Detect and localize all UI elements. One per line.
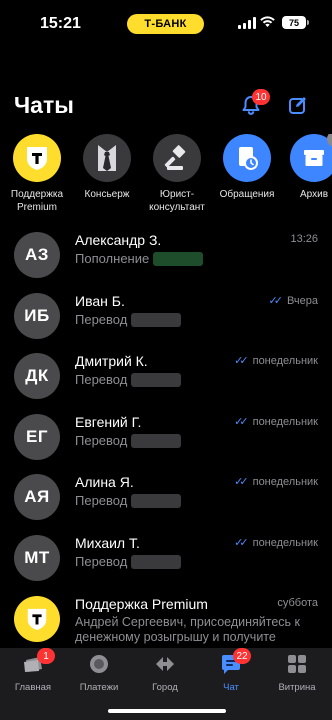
chat-preview: Пополнение [75, 251, 204, 266]
notifications-badge: 10 [252, 89, 270, 105]
payments-icon [90, 655, 108, 673]
read-checks-icon: ✓✓ [234, 537, 249, 549]
redacted-amount [131, 372, 182, 387]
home-badge: 1 [37, 648, 55, 664]
story-archive[interactable]: 4 Архив [277, 134, 332, 201]
avatar: АЯ [14, 474, 60, 520]
avatar: ДК [14, 353, 60, 399]
chat-name: Иван Б. [75, 293, 125, 309]
chat-name: Евгений Г. [75, 414, 142, 430]
chat-preview: Перевод [75, 312, 182, 327]
redacted-amount [153, 251, 204, 266]
story-support-premium[interactable]: Поддержка Premium [0, 134, 74, 214]
tab-label: Главная [14, 682, 52, 693]
tab-showcase[interactable]: Витрина [264, 652, 330, 693]
story-label: Поддержка Premium [10, 189, 64, 213]
redacted-amount [131, 433, 182, 448]
chat-row[interactable]: МТ Михаил Т. ✓✓ понедельник Перевод [0, 535, 332, 595]
chat-time: ✓✓ понедельник [234, 536, 318, 550]
chat-time: суббота [277, 597, 318, 609]
chat-name: Александр З. [75, 232, 162, 248]
read-checks-icon: ✓✓ [234, 355, 249, 367]
bank-pill[interactable]: Т-БАНК [127, 14, 204, 34]
city-icon [156, 657, 174, 671]
chat-badge: 22 [233, 648, 251, 664]
chat-preview: Андрей Сергеевич, присоединяйтесь к дене… [75, 615, 300, 644]
tab-payments[interactable]: Платежи [66, 652, 132, 693]
document-clock-icon [239, 147, 258, 170]
wifi-icon [260, 16, 275, 27]
avatar: ИБ [14, 293, 60, 339]
chat-time: ✓✓ понедельник [234, 475, 318, 489]
chat-time: ✓✓ Вчера [268, 294, 319, 308]
archive-icon [304, 150, 324, 166]
tab-label: Город [152, 682, 178, 693]
avatar: АЗ [14, 232, 60, 278]
avatar [14, 596, 60, 642]
avatar: МТ [14, 535, 60, 581]
chat-row[interactable]: ИБ Иван Б. ✓✓ Вчера Перевод [0, 293, 332, 353]
tab-city[interactable]: Город [132, 652, 198, 693]
chat-name: Дмитрий К. [75, 353, 148, 369]
chat-preview: Перевод [75, 433, 182, 448]
tab-label: Витрина [278, 682, 316, 693]
story-concierge[interactable]: Консьерж [70, 134, 144, 201]
shortcuts-row: Поддержка Premium Консьерж Юрист- консул… [0, 134, 332, 224]
tie-icon [98, 145, 116, 171]
chat-time: ✓✓ понедельник [234, 354, 318, 368]
redacted-amount [131, 493, 182, 508]
story-requests[interactable]: Обращения [210, 134, 284, 201]
chat-row-support[interactable]: Поддержка Premium суббота Андрей Сергеев… [0, 596, 332, 648]
chat-preview: Перевод [75, 554, 182, 569]
redacted-amount [131, 312, 182, 327]
chat-row[interactable]: ДК Дмитрий К. ✓✓ понедельник Перевод [0, 353, 332, 413]
story-label: Обращения [219, 189, 275, 200]
status-bar: 15:21 Т-БАНК 75 [0, 0, 332, 48]
chat-row[interactable]: АЗ Александр З. 13:26 Пополнение [0, 232, 332, 292]
gavel-icon [164, 145, 186, 170]
tab-label: Чат [223, 682, 239, 693]
story-lawyer[interactable]: Юрист- консультант [140, 134, 214, 214]
tab-label: Платежи [79, 682, 119, 693]
tbank-shield-icon [27, 147, 47, 170]
avatar: ЕГ [14, 414, 60, 460]
read-checks-icon: ✓✓ [268, 295, 284, 307]
story-label: Консьерж [84, 189, 130, 200]
showcase-icon [288, 655, 306, 673]
read-checks-icon: ✓✓ [234, 416, 249, 428]
chat-name: Михаил Т. [75, 535, 140, 551]
tbank-shield-icon [27, 608, 47, 631]
chat-time: 13:26 [290, 233, 318, 245]
compose-icon[interactable] [288, 95, 308, 115]
redacted-amount [131, 554, 182, 569]
status-time: 15:21 [40, 15, 81, 32]
chat-row[interactable]: ЕГ Евгений Г. ✓✓ понедельник Перевод [0, 414, 332, 474]
story-label: Юрист- консультант [149, 189, 205, 213]
page-title: Чаты [14, 92, 74, 118]
battery-icon: 75 [282, 16, 309, 29]
archive-badge: 4 [327, 134, 332, 147]
signal-icon [238, 17, 256, 29]
story-label: Архив [299, 189, 329, 200]
chat-preview: Перевод [75, 493, 182, 508]
read-checks-icon: ✓✓ [234, 476, 249, 488]
chat-name: Поддержка Premium [75, 596, 208, 612]
chat-row[interactable]: АЯ Алина Я. ✓✓ понедельник Перевод [0, 474, 332, 534]
tab-chat[interactable]: 22 Чат [198, 648, 264, 693]
tab-home[interactable]: 1 Главная [0, 648, 66, 693]
chat-name: Алина Я. [75, 474, 134, 490]
chat-time: ✓✓ понедельник [234, 415, 318, 429]
chat-preview: Перевод [75, 372, 182, 387]
home-indicator [108, 709, 226, 713]
